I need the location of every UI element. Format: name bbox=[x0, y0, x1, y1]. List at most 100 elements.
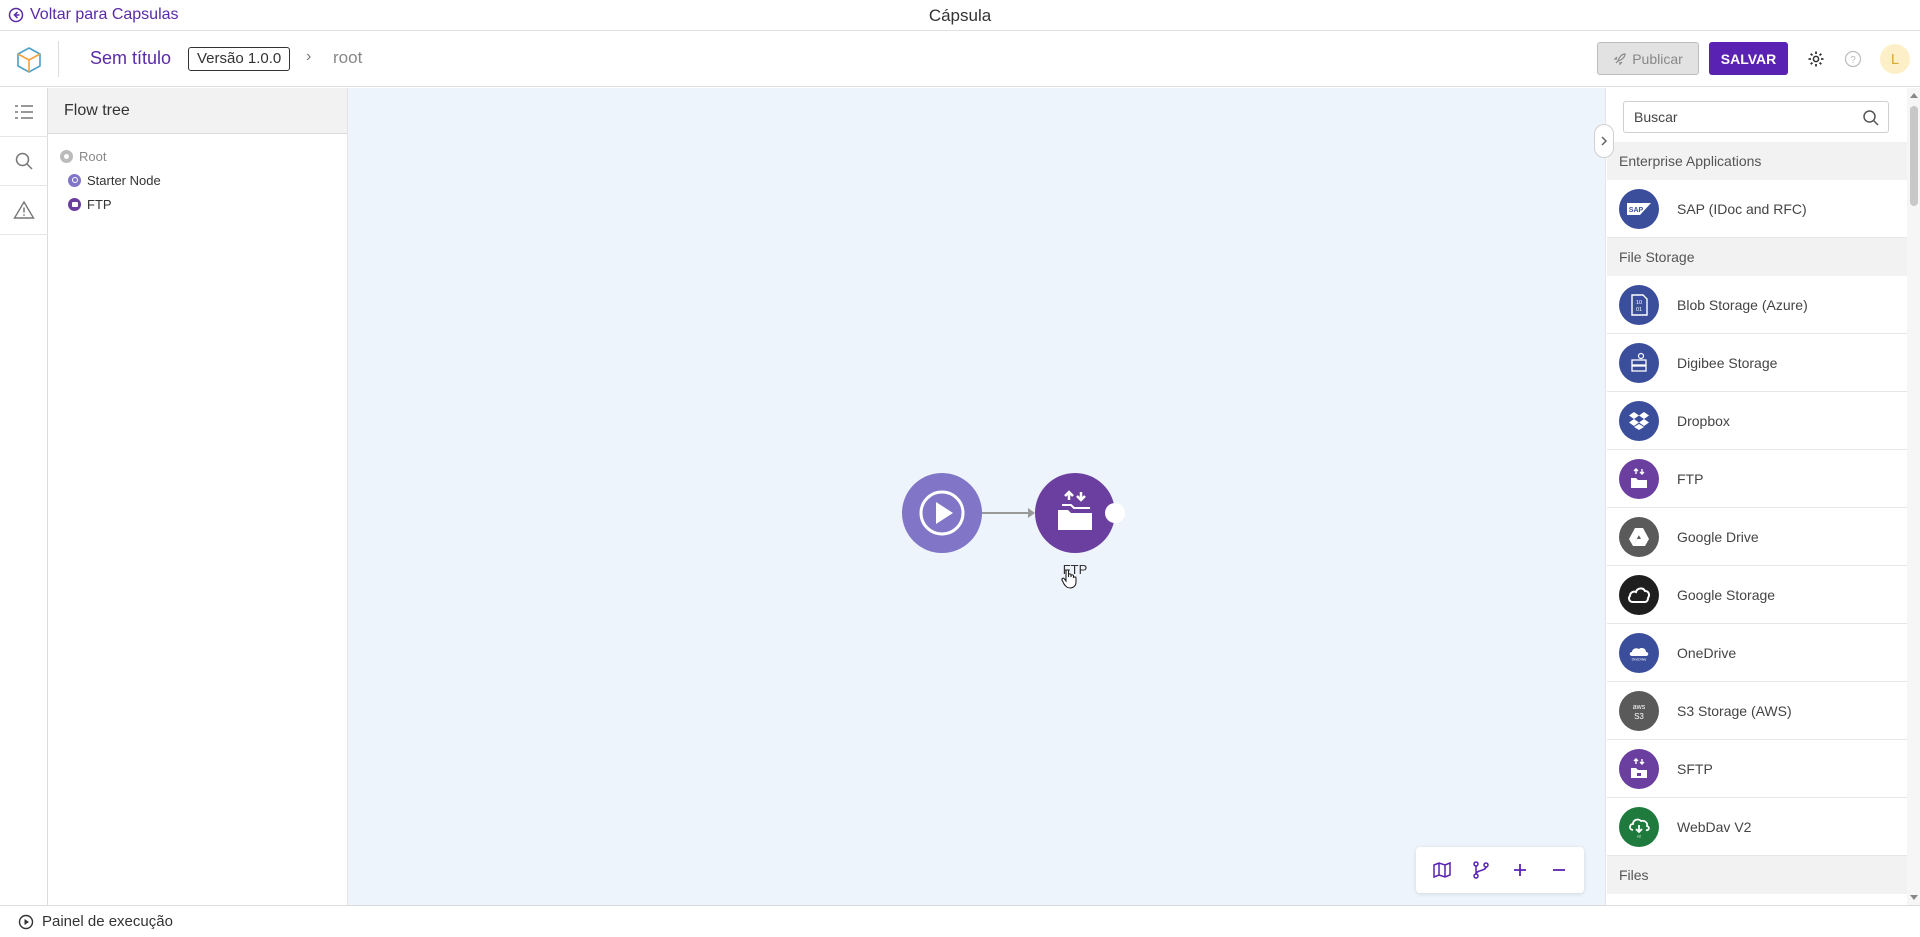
warnings-tab[interactable] bbox=[0, 186, 48, 235]
collapse-palette-button[interactable] bbox=[1594, 124, 1614, 158]
list-item[interactable]: SAP SAP (IDoc and RFC) bbox=[1607, 180, 1907, 238]
branch-layout-button[interactable] bbox=[1467, 856, 1495, 884]
palette-list: Enterprise Applications SAP SAP (IDoc an… bbox=[1607, 142, 1907, 898]
folder-transfer-icon bbox=[1058, 490, 1092, 530]
list-item[interactable]: OneDrive OneDrive bbox=[1607, 624, 1907, 682]
search-icon bbox=[15, 152, 33, 170]
digibee-storage-icon bbox=[1619, 342, 1659, 383]
components-palette: Enterprise Applications SAP SAP (IDoc an… bbox=[1594, 88, 1920, 905]
flow-tree-tab[interactable] bbox=[0, 88, 48, 137]
publish-button[interactable]: Publicar bbox=[1597, 42, 1699, 75]
node-output-handle[interactable] bbox=[1105, 503, 1125, 523]
sap-icon: SAP bbox=[1619, 188, 1659, 229]
hand-cursor-icon bbox=[1061, 569, 1077, 589]
plus-icon bbox=[1513, 864, 1526, 876]
list-item-label: S3 Storage (AWS) bbox=[1677, 702, 1792, 719]
list-item-label: Google Storage bbox=[1677, 586, 1776, 603]
zoom-in-button[interactable] bbox=[1506, 856, 1534, 884]
ftp-node[interactable] bbox=[1035, 473, 1115, 553]
list-item[interactable]: FTP bbox=[1607, 450, 1907, 508]
list-item-label: Google Drive bbox=[1677, 528, 1759, 545]
search-input[interactable] bbox=[1624, 102, 1844, 132]
flow-tree-panel: Flow tree Root Starter Node FTP bbox=[48, 88, 348, 905]
tree-item-label: FTP bbox=[87, 196, 112, 212]
list-item-label: SFTP bbox=[1677, 760, 1713, 777]
list-item-label: SAP (IDoc and RFC) bbox=[1677, 200, 1807, 217]
list-tree-icon bbox=[15, 105, 33, 119]
tree-item-starter-node[interactable]: Starter Node bbox=[54, 168, 341, 192]
category-header: Files bbox=[1607, 856, 1907, 894]
list-item[interactable]: v2 WebDav V2 bbox=[1607, 798, 1907, 856]
tree-item-label: Starter Node bbox=[87, 172, 161, 188]
scroll-up-arrow[interactable] bbox=[1910, 93, 1918, 98]
google-storage-icon bbox=[1619, 574, 1659, 615]
search-tab[interactable] bbox=[0, 137, 48, 186]
list-item-label: Blob Storage (Azure) bbox=[1677, 296, 1808, 313]
save-button[interactable]: SALVAR bbox=[1709, 42, 1788, 75]
chevron-right-icon: › bbox=[306, 48, 312, 65]
capsule-header: Sem título Versão 1.0.0 › root Publicar … bbox=[0, 31, 1920, 87]
flow-canvas[interactable]: FTP bbox=[348, 88, 1605, 905]
list-item-label: OneDrive bbox=[1677, 644, 1737, 661]
list-item[interactable]: aws S3 S3 Storage (AWS) bbox=[1607, 682, 1907, 740]
connector-arrow bbox=[1028, 508, 1035, 518]
map-icon bbox=[1432, 861, 1451, 879]
start-node[interactable] bbox=[902, 473, 982, 553]
google-drive-icon bbox=[1619, 516, 1659, 557]
root-dot-icon bbox=[60, 149, 73, 163]
svg-text:SAP: SAP bbox=[1629, 207, 1644, 214]
list-item[interactable]: Google Drive bbox=[1607, 508, 1907, 566]
category-header: File Storage bbox=[1607, 238, 1907, 276]
svg-text:OneDrive: OneDrive bbox=[1632, 657, 1647, 661]
version-badge[interactable]: Versão 1.0.0 bbox=[188, 47, 291, 71]
sftp-icon bbox=[1619, 748, 1659, 789]
list-item-label: Dropbox bbox=[1677, 412, 1730, 429]
list-item[interactable]: 10 01 Blob Storage (Azure) bbox=[1607, 276, 1907, 334]
palette-search bbox=[1623, 101, 1889, 133]
tree-item-root[interactable]: Root bbox=[54, 144, 341, 168]
breadcrumb-root[interactable]: root bbox=[333, 48, 362, 68]
svg-text:S3: S3 bbox=[1634, 712, 1644, 721]
list-item-label: WebDav V2 bbox=[1677, 818, 1752, 835]
window-title: Cápsula bbox=[928, 6, 992, 25]
list-item[interactable]: Dropbox bbox=[1607, 392, 1907, 450]
minimap-button[interactable] bbox=[1428, 856, 1456, 884]
play-icon bbox=[919, 490, 965, 536]
execution-panel-label: Painel de execução bbox=[42, 913, 173, 930]
scroll-down-arrow[interactable] bbox=[1910, 895, 1918, 900]
avatar[interactable]: L bbox=[1880, 44, 1910, 74]
category-header: Enterprise Applications bbox=[1607, 142, 1907, 180]
gear-icon[interactable] bbox=[1806, 49, 1826, 69]
top-bar: Voltar para Capsulas Cápsula bbox=[0, 0, 1920, 31]
svg-text:?: ? bbox=[1850, 55, 1856, 66]
flow-tree-title: Flow tree bbox=[48, 88, 347, 134]
search-icon[interactable] bbox=[1862, 109, 1880, 127]
scroll-thumb[interactable] bbox=[1910, 106, 1918, 206]
publish-label: Publicar bbox=[1632, 50, 1683, 67]
chevron-right-icon bbox=[1601, 136, 1608, 146]
list-item[interactable]: Digibee Storage bbox=[1607, 334, 1907, 392]
svg-text:v2: v2 bbox=[1637, 833, 1642, 838]
ftp-node-icon bbox=[68, 197, 81, 211]
capsule-name[interactable]: Sem título bbox=[90, 48, 171, 69]
svg-text:10: 10 bbox=[1636, 300, 1642, 306]
minus-icon bbox=[1552, 869, 1565, 871]
starter-node-icon bbox=[68, 173, 81, 187]
header-divider bbox=[58, 41, 59, 77]
blob-storage-icon: 10 01 bbox=[1619, 284, 1659, 325]
git-branch-icon bbox=[1472, 861, 1489, 879]
list-item[interactable]: Google Storage bbox=[1607, 566, 1907, 624]
list-item[interactable]: SFTP bbox=[1607, 740, 1907, 798]
onedrive-icon: OneDrive bbox=[1619, 632, 1659, 673]
svg-text:01: 01 bbox=[1636, 307, 1642, 313]
tree-item-label: Root bbox=[79, 148, 107, 164]
left-icon-rail bbox=[0, 88, 48, 905]
tree-item-ftp[interactable]: FTP bbox=[54, 192, 341, 216]
dropbox-icon bbox=[1619, 400, 1659, 441]
execution-panel-bar[interactable]: Painel de execução bbox=[0, 905, 1920, 937]
list-item-label: Digibee Storage bbox=[1677, 354, 1778, 371]
zoom-out-button[interactable] bbox=[1545, 856, 1573, 884]
palette-scrollbar[interactable] bbox=[1907, 88, 1920, 905]
capsule-logo-icon bbox=[17, 47, 41, 73]
help-icon[interactable]: ? bbox=[1843, 49, 1863, 69]
